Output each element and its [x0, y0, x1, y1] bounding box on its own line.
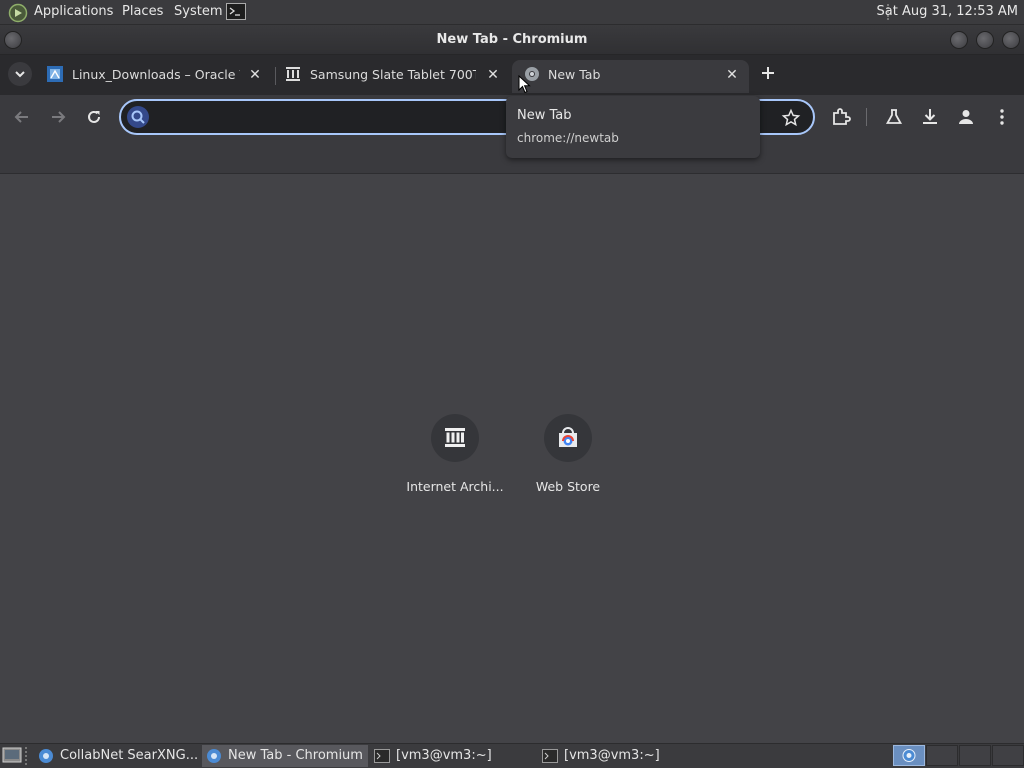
mouse-cursor-icon	[518, 75, 532, 95]
puzzle-icon	[833, 108, 851, 125]
tab-title: Linux_Downloads – Oracle VM	[72, 67, 240, 82]
hover-card-title: New Tab	[517, 108, 572, 123]
taskbar-item-label: [vm3@vm3:~]	[564, 748, 660, 763]
labs-button[interactable]	[883, 106, 905, 128]
tab-close-icon[interactable]: ✕	[246, 66, 264, 84]
shortcut-label: Web Store	[535, 479, 601, 494]
workspace-4[interactable]	[992, 745, 1024, 766]
distro-logo-icon[interactable]	[8, 3, 28, 23]
person-icon	[959, 110, 973, 124]
back-button[interactable]	[11, 106, 33, 128]
profile-button[interactable]	[955, 106, 977, 128]
window-title: New Tab - Chromium	[436, 32, 588, 47]
menu-applications[interactable]: Applications	[34, 4, 113, 19]
shortcut-web-store[interactable]: Web Store	[508, 412, 628, 502]
taskbar-item-searxng[interactable]: CollabNet SearXNG...	[34, 745, 198, 767]
workspace-2[interactable]	[926, 745, 958, 766]
terminal-icon	[374, 748, 390, 764]
tab-linux-downloads[interactable]: Linux_Downloads – Oracle VM ✕	[40, 60, 272, 93]
archive-icon	[445, 428, 465, 447]
archive-favicon-icon	[285, 66, 301, 82]
tab-close-icon[interactable]: ✕	[723, 66, 741, 84]
tab-new-tab[interactable]: New Tab ✕	[512, 60, 749, 93]
chromium-icon	[902, 749, 916, 762]
tab-samsung-slate[interactable]: Samsung Slate Tablet 700T S ✕	[278, 60, 510, 93]
minimize-button[interactable]	[950, 31, 968, 49]
search-icon	[127, 106, 149, 128]
forward-button[interactable]	[47, 106, 69, 128]
hover-card-url: chrome://newtab	[517, 131, 619, 145]
chevron-down-icon	[15, 71, 25, 78]
maximize-button[interactable]	[976, 31, 994, 49]
chromium-icon	[38, 748, 54, 764]
menu-button[interactable]	[991, 106, 1013, 128]
shortcut-label: Internet Archi...	[406, 479, 504, 494]
taskbar-item-new-tab-chromium[interactable]: New Tab - Chromium	[202, 745, 368, 767]
shortcut-icon-container	[431, 414, 479, 462]
bookmark-star-icon[interactable]	[781, 108, 801, 128]
taskbar-item-terminal-1[interactable]: [vm3@vm3:~]	[370, 745, 536, 767]
menu-places[interactable]: Places	[122, 4, 163, 19]
taskbar-separator	[25, 747, 27, 765]
new-tab-button[interactable]	[758, 63, 778, 83]
clock[interactable]: Sat Aug 31, 12:53 AM	[877, 4, 1018, 19]
workspace-1[interactable]	[893, 745, 925, 766]
oracle-favicon-icon	[47, 66, 63, 82]
arrow-right-icon	[52, 111, 66, 123]
web-store-icon	[559, 427, 577, 447]
terminal-icon	[542, 748, 558, 764]
downloads-button[interactable]	[919, 106, 941, 128]
close-window-button[interactable]	[1002, 31, 1020, 49]
reload-button[interactable]	[83, 106, 105, 128]
flask-icon	[885, 109, 903, 124]
show-desktop-icon[interactable]	[2, 746, 22, 764]
taskbar-item-label: CollabNet SearXNG...	[60, 748, 199, 763]
terminal-launcher-icon[interactable]	[226, 3, 246, 20]
kebab-menu-icon	[1000, 109, 1004, 125]
tab-hover-card: New Tab chrome://newtab	[506, 96, 760, 158]
tab-search-button[interactable]	[8, 62, 32, 86]
workspace-3[interactable]	[959, 745, 991, 766]
shortcut-internet-archive[interactable]: Internet Archi...	[395, 412, 515, 502]
plus-icon	[762, 67, 774, 79]
tab-title: New Tab	[548, 67, 601, 82]
tab-title: Samsung Slate Tablet 700T S	[310, 67, 476, 82]
arrow-left-icon	[14, 111, 28, 123]
tab-close-icon[interactable]: ✕	[484, 66, 502, 84]
shortcut-icon-container	[544, 414, 592, 462]
taskbar-item-terminal-2[interactable]: [vm3@vm3:~]	[538, 745, 704, 767]
tab-divider	[275, 67, 276, 85]
taskbar-item-label: New Tab - Chromium	[228, 748, 363, 763]
extensions-button[interactable]	[830, 106, 852, 128]
reload-icon	[88, 110, 100, 123]
taskbar-item-label: [vm3@vm3:~]	[396, 748, 492, 763]
toolbar-divider	[866, 108, 867, 126]
chromium-icon	[206, 748, 222, 764]
menu-system[interactable]: System	[174, 4, 222, 19]
download-icon	[923, 109, 937, 124]
